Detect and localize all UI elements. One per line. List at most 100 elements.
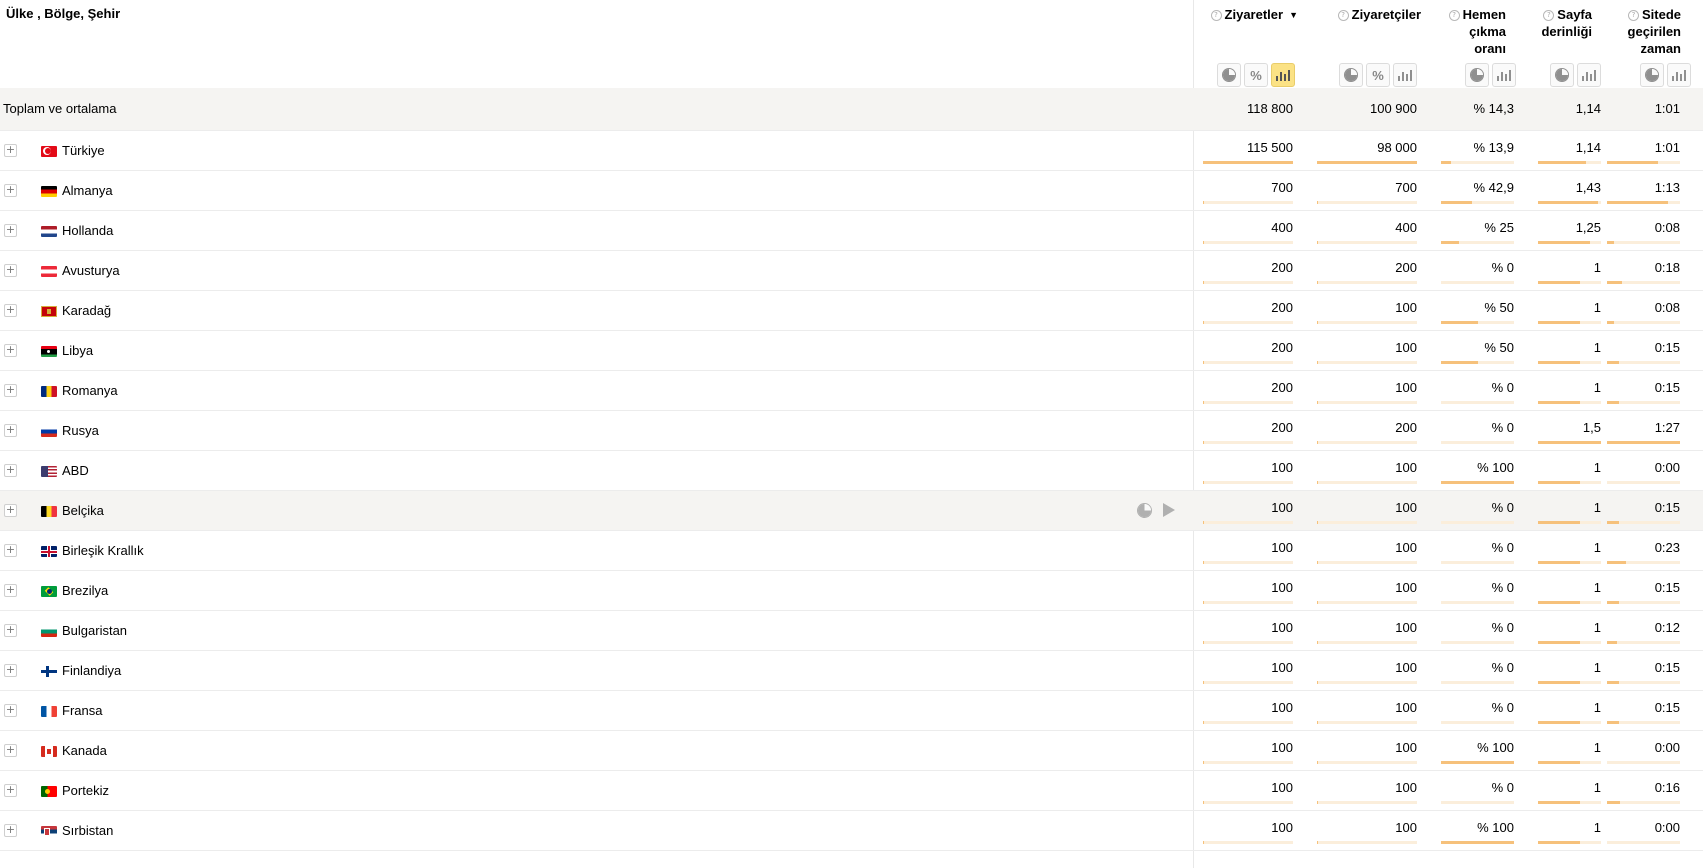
table-row[interactable]: + Kanada 100 100 % 100 1 0:00 <box>0 731 1703 771</box>
plus-icon[interactable]: + <box>4 384 17 397</box>
plus-icon[interactable]: + <box>4 664 17 677</box>
country-name[interactable]: Fransa <box>62 703 102 718</box>
country-name[interactable]: Bulgaristan <box>62 623 127 638</box>
table-row[interactable]: + ABD 100 100 % 100 1 0:00 <box>0 451 1703 491</box>
pie-view-button[interactable] <box>1550 63 1574 87</box>
bar-track-time <box>1607 601 1680 604</box>
bar-track-visits <box>1203 401 1293 404</box>
plus-icon[interactable]: + <box>4 264 17 277</box>
country-name[interactable]: Romanya <box>62 383 118 398</box>
bar-fill-depth <box>1538 681 1581 684</box>
bar-fill-time <box>1607 721 1620 724</box>
bar-track-bounce <box>1441 601 1514 604</box>
table-row[interactable]: + Finlandiya 100 100 % 0 1 0:15 <box>0 651 1703 691</box>
country-name[interactable]: Rusya <box>62 423 99 438</box>
sort-desc-icon[interactable]: ▼ <box>1289 10 1298 20</box>
table-row[interactable]: + Birleşik Krallık 100 100 % 0 1 0:23 <box>0 531 1703 571</box>
plus-icon[interactable]: + <box>4 584 17 597</box>
question-icon[interactable]: ? <box>1627 10 1639 21</box>
country-name[interactable]: Avusturya <box>62 263 120 278</box>
plus-icon[interactable]: + <box>4 504 17 517</box>
column-header-visitors[interactable]: ? Ziyaretçiler <box>1337 6 1421 23</box>
column-header-text: Ziyaretçiler <box>1351 7 1421 22</box>
bar-view-button[interactable] <box>1577 63 1601 87</box>
table-row[interactable]: + Karadağ 200 100 % 50 1 0:08 <box>0 291 1703 331</box>
percent-view-button[interactable]: % <box>1366 63 1390 87</box>
pie-view-button[interactable] <box>1217 63 1241 87</box>
play-icon[interactable] <box>1163 503 1175 517</box>
plus-icon[interactable]: + <box>4 184 17 197</box>
table-row[interactable]: + Hollanda 400 400 % 25 1,25 0:08 <box>0 211 1703 251</box>
bar-view-button[interactable] <box>1393 63 1417 87</box>
bar-fill-depth <box>1538 601 1581 604</box>
question-icon[interactable]: ? <box>1543 10 1555 21</box>
table-row[interactable]: + Avusturya 200 200 % 0 1 0:18 <box>0 251 1703 291</box>
bar-view-button[interactable] <box>1492 63 1516 87</box>
table-row[interactable]: + Bulgaristan 100 100 % 0 1 0:12 <box>0 611 1703 651</box>
pie-view-button[interactable] <box>1339 63 1363 87</box>
cell-time: 1:27 <box>1654 420 1680 435</box>
bar-track-visitors <box>1317 601 1417 604</box>
cell-time: 0:12 <box>1654 620 1680 635</box>
bar-track-time <box>1607 161 1680 164</box>
bar-track-time <box>1607 521 1680 524</box>
country-name[interactable]: Karadağ <box>62 303 111 318</box>
table-row[interactable]: + Brezilya 100 100 % 0 1 0:15 <box>0 571 1703 611</box>
plus-icon[interactable]: + <box>4 624 17 637</box>
plus-icon[interactable]: + <box>4 464 17 477</box>
country-name[interactable]: ABD <box>62 463 89 478</box>
plus-icon[interactable]: + <box>4 704 17 717</box>
percent-view-button[interactable]: % <box>1244 63 1268 87</box>
plus-icon[interactable]: + <box>4 544 17 557</box>
cell-depth: 1 <box>1593 500 1601 515</box>
table-row[interactable]: + Romanya 200 100 % 0 1 0:15 <box>0 371 1703 411</box>
dimension-header[interactable]: Ülke , Bölge, Şehir <box>6 6 120 21</box>
pie-view-button[interactable] <box>1640 63 1664 87</box>
column-header-time[interactable]: ? Sitede geçirilen zaman <box>1628 6 1681 57</box>
bar-view-button[interactable] <box>1667 63 1691 87</box>
plus-icon[interactable]: + <box>4 144 17 157</box>
country-name[interactable]: Finlandiya <box>62 663 121 678</box>
table-row[interactable]: + Almanya 700 700 % 42,9 1,43 1:13 <box>0 171 1703 211</box>
country-name[interactable]: Libya <box>62 343 93 358</box>
plus-icon[interactable]: + <box>4 784 17 797</box>
cell-time: 0:00 <box>1654 740 1680 755</box>
pie-chart-icon[interactable] <box>1138 503 1151 517</box>
plus-icon[interactable]: + <box>4 224 17 237</box>
plus-icon[interactable]: + <box>4 344 17 357</box>
country-name[interactable]: Portekiz <box>62 783 109 798</box>
column-header-visits[interactable]: ? Ziyaretler ▼ <box>1210 6 1298 24</box>
column-header-depth[interactable]: ? Sayfa derinliği <box>1541 6 1592 40</box>
question-icon[interactable]: ? <box>1210 10 1222 21</box>
pie-view-button[interactable] <box>1465 63 1489 87</box>
country-name[interactable]: Sırbistan <box>62 823 113 838</box>
table-row[interactable]: + Rusya 200 200 % 0 1,5 1:27 <box>0 411 1703 451</box>
country-name[interactable]: Birleşik Krallık <box>62 543 144 558</box>
plus-icon[interactable]: + <box>4 744 17 757</box>
country-name[interactable]: Türkiye <box>62 143 105 158</box>
cell-depth: 1 <box>1593 700 1601 715</box>
table-row[interactable]: + Portekiz 100 100 % 0 1 0:16 <box>0 771 1703 811</box>
table-row[interactable]: + Fransa 100 100 % 0 1 0:15 <box>0 691 1703 731</box>
bar-fill-bounce <box>1441 761 1514 764</box>
table-row[interactable]: + Sırbistan 100 100 % 100 1 0:00 <box>0 811 1703 851</box>
question-icon[interactable]: ? <box>1448 10 1460 21</box>
plus-icon[interactable]: + <box>4 824 17 837</box>
bar-track-bounce <box>1441 481 1514 484</box>
plus-icon[interactable]: + <box>4 304 17 317</box>
country-name[interactable]: Hollanda <box>62 223 113 238</box>
country-name[interactable]: Brezilya <box>62 583 108 598</box>
column-header-bounce[interactable]: ? Hemen çıkma oranı <box>1448 6 1506 57</box>
table-row[interactable]: + Belçika 100 100 % 0 1 0:15 <box>0 491 1703 531</box>
bar-fill-visitors <box>1317 201 1318 204</box>
bar-track-visits <box>1203 841 1293 844</box>
plus-icon[interactable]: + <box>4 424 17 437</box>
cell-depth: 1 <box>1593 540 1601 555</box>
country-name[interactable]: Belçika <box>62 503 104 518</box>
table-row[interactable]: + Libya 200 100 % 50 1 0:15 <box>0 331 1703 371</box>
question-icon[interactable]: ? <box>1337 10 1349 21</box>
country-name[interactable]: Kanada <box>62 743 107 758</box>
bar-view-button[interactable] <box>1271 63 1295 87</box>
country-name[interactable]: Almanya <box>62 183 113 198</box>
table-row[interactable]: + Türkiye 115 500 98 000 % 13,9 1,14 1:01 <box>0 131 1703 171</box>
